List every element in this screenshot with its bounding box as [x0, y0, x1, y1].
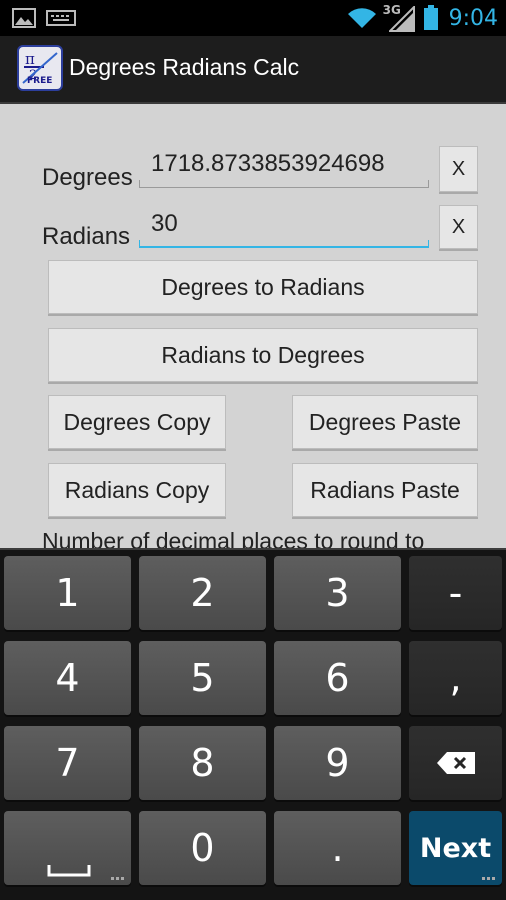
radians-label: Radians [42, 223, 131, 250]
battery-icon [423, 5, 438, 30]
key-next-label: Next [419, 832, 492, 864]
degrees-paste-button[interactable]: Degrees Paste [292, 395, 478, 449]
degrees-clear-button[interactable]: X [439, 146, 478, 192]
status-right: 3G 9:04 [347, 0, 498, 36]
space-bar-icon [47, 865, 91, 877]
more-dots-icon [482, 877, 495, 880]
degrees-input[interactable]: 1718.8733853924698 [139, 146, 429, 188]
signal-icon [388, 6, 415, 32]
degrees-input-value: 1718.8733853924698 [151, 150, 385, 177]
degrees-input-underline [139, 180, 429, 188]
backspace-icon [436, 752, 475, 774]
key-8[interactable]: 8 [139, 726, 266, 800]
round-decimal-label: Number of decimal places to round to [42, 528, 425, 548]
key-space[interactable] [4, 811, 131, 885]
degrees-to-radians-button[interactable]: Degrees to Radians [48, 260, 478, 314]
key-6[interactable]: 6 [274, 641, 401, 715]
radians-to-degrees-button[interactable]: Radians to Degrees [48, 328, 478, 382]
svg-text:π: π [25, 50, 35, 68]
key-4[interactable]: 4 [4, 641, 131, 715]
radians-input-underline [139, 240, 429, 248]
keyboard-icon [46, 10, 76, 26]
key-5[interactable]: 5 [139, 641, 266, 715]
signal-group: 3G [383, 0, 417, 36]
app-icon[interactable]: π 2 FREE [17, 45, 63, 91]
numeric-keyboard: 1 2 3 - 4 5 6 , 7 8 9 0 . Next [0, 548, 506, 900]
app-icon-label: FREE [27, 76, 53, 86]
app-title: Degrees Radians Calc [69, 54, 300, 80]
key-2[interactable]: 2 [139, 556, 266, 630]
key-1[interactable]: 1 [4, 556, 131, 630]
key-comma[interactable]: , [409, 641, 502, 715]
key-period[interactable]: . [274, 811, 401, 885]
main-content: Degrees 1718.8733853924698 X Radians 30 … [0, 104, 506, 548]
key-3[interactable]: 3 [274, 556, 401, 630]
degrees-label: Degrees [42, 164, 133, 191]
key-0[interactable]: 0 [139, 811, 266, 885]
wifi-icon [347, 8, 376, 28]
radians-copy-button[interactable]: Radians Copy [48, 463, 226, 517]
image-icon [12, 8, 36, 28]
degrees-copy-button[interactable]: Degrees Copy [48, 395, 226, 449]
key-9[interactable]: 9 [274, 726, 401, 800]
radians-paste-button[interactable]: Radians Paste [292, 463, 478, 517]
key-next[interactable]: Next [409, 811, 502, 885]
radians-input-value: 30 [151, 210, 178, 237]
status-bar: 3G 9:04 [0, 0, 506, 36]
key-7[interactable]: 7 [4, 726, 131, 800]
key-minus[interactable]: - [409, 556, 502, 630]
more-dots-icon [111, 877, 124, 880]
action-bar: π 2 FREE Degrees Radians Calc [0, 36, 506, 104]
radians-clear-button[interactable]: X [439, 205, 478, 249]
radians-input[interactable]: 30 [139, 206, 429, 248]
key-backspace[interactable] [409, 726, 502, 800]
clock: 9:04 [448, 5, 498, 31]
